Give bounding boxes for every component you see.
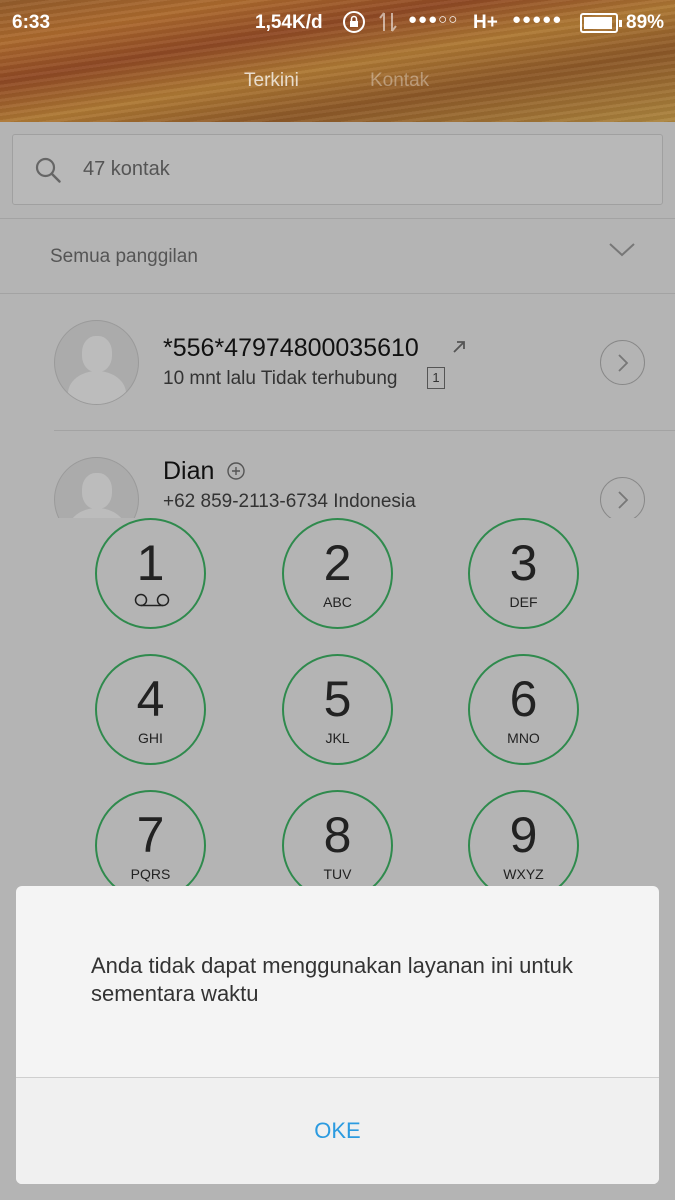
call-detail: 10 mnt lalu Tidak terhubung	[163, 368, 398, 389]
dial-letters: JKL	[325, 730, 350, 746]
voicemail-icon	[134, 593, 170, 607]
dial-key-6[interactable]: 6 MNO	[468, 654, 579, 765]
dial-digit: 2	[323, 535, 352, 591]
tab-contacts[interactable]: Kontak	[370, 70, 429, 92]
call-log-item[interactable]: *556*47974800035610 10 mnt lalu Tidak te…	[0, 294, 675, 432]
dial-digit: 1	[136, 535, 165, 591]
search-icon	[35, 157, 61, 183]
avatar	[54, 457, 139, 518]
rotation-lock-icon	[342, 10, 366, 40]
dialog-message: Anda tidak dapat menggunakan layanan ini…	[91, 953, 573, 1006]
call-filter-dropdown[interactable]: Semua panggilan	[0, 219, 675, 293]
dial-key-4[interactable]: 4 GHI	[95, 654, 206, 765]
dial-key-7[interactable]: 7 PQRS	[95, 790, 206, 901]
battery-percent: 89%	[626, 12, 665, 33]
battery-icon	[580, 13, 622, 33]
dial-letters: WXYZ	[503, 866, 544, 882]
ok-button[interactable]: OKE	[16, 1078, 659, 1184]
dial-digit: 7	[136, 807, 165, 863]
chevron-right-icon	[618, 354, 629, 372]
dial-letters: GHI	[138, 730, 163, 746]
contact-name: Dian	[163, 457, 215, 485]
dial-letters: MNO	[507, 730, 540, 746]
signal-strength-sim2: ●●●●●	[512, 11, 563, 28]
dial-digit: 4	[136, 671, 165, 727]
data-activity-icon	[378, 10, 398, 40]
signal-strength-sim1: ●●●○○	[408, 11, 459, 28]
dial-key-5[interactable]: 5 JKL	[282, 654, 393, 765]
search-box[interactable]	[12, 134, 663, 205]
avatar	[54, 320, 139, 405]
dial-letters: TUV	[323, 866, 352, 882]
alert-dialog: Anda tidak dapat menggunakan layanan ini…	[16, 886, 659, 1184]
dial-digit: 3	[509, 535, 538, 591]
dial-key-3[interactable]: 3 DEF	[468, 518, 579, 629]
status-time: 6:33	[12, 12, 51, 33]
network-type: H+	[473, 12, 498, 33]
call-number: *556*47974800035610	[163, 334, 419, 362]
outgoing-call-icon	[453, 341, 465, 353]
call-detail-button[interactable]	[600, 340, 645, 385]
dial-letters: ABC	[323, 594, 352, 610]
dial-digit: 8	[323, 807, 352, 863]
dial-letters: PQRS	[130, 866, 171, 882]
dial-key-9[interactable]: 9 WXYZ	[468, 790, 579, 901]
dial-letters: DEF	[509, 594, 538, 610]
status-speed: 1,54K/d	[255, 12, 323, 33]
call-detail: +62 859-2113-6734 Indonesia	[163, 491, 416, 512]
dialpad: 1 2 ABC 3 DEF 4 GHI 5 JKL 6 MNO 7 PQRS 8…	[0, 518, 675, 918]
dial-key-8[interactable]: 8 TUV	[282, 790, 393, 901]
dial-digit: 5	[323, 671, 352, 727]
chevron-right-icon	[618, 491, 629, 509]
sim-badge: 1	[427, 367, 445, 389]
dial-key-2[interactable]: 2 ABC	[282, 518, 393, 629]
tab-recent[interactable]: Terkini	[244, 70, 299, 92]
call-detail-button[interactable]	[600, 477, 645, 518]
dial-key-1[interactable]: 1	[95, 518, 206, 629]
dial-digit: 6	[509, 671, 538, 727]
chevron-down-icon[interactable]	[608, 242, 636, 258]
status-bar: 6:33 1,54K/d ●●●○○ H+ ●●●●● 89%	[0, 0, 675, 46]
add-contact-icon[interactable]	[227, 462, 245, 480]
call-filter-label: Semua panggilan	[50, 246, 198, 267]
dial-digit: 9	[509, 807, 538, 863]
call-log-item[interactable]: Dian +62 859-2113-6734 Indonesia	[0, 431, 675, 518]
search-input[interactable]	[83, 135, 643, 204]
call-log-list: *556*47974800035610 10 mnt lalu Tidak te…	[0, 294, 675, 518]
